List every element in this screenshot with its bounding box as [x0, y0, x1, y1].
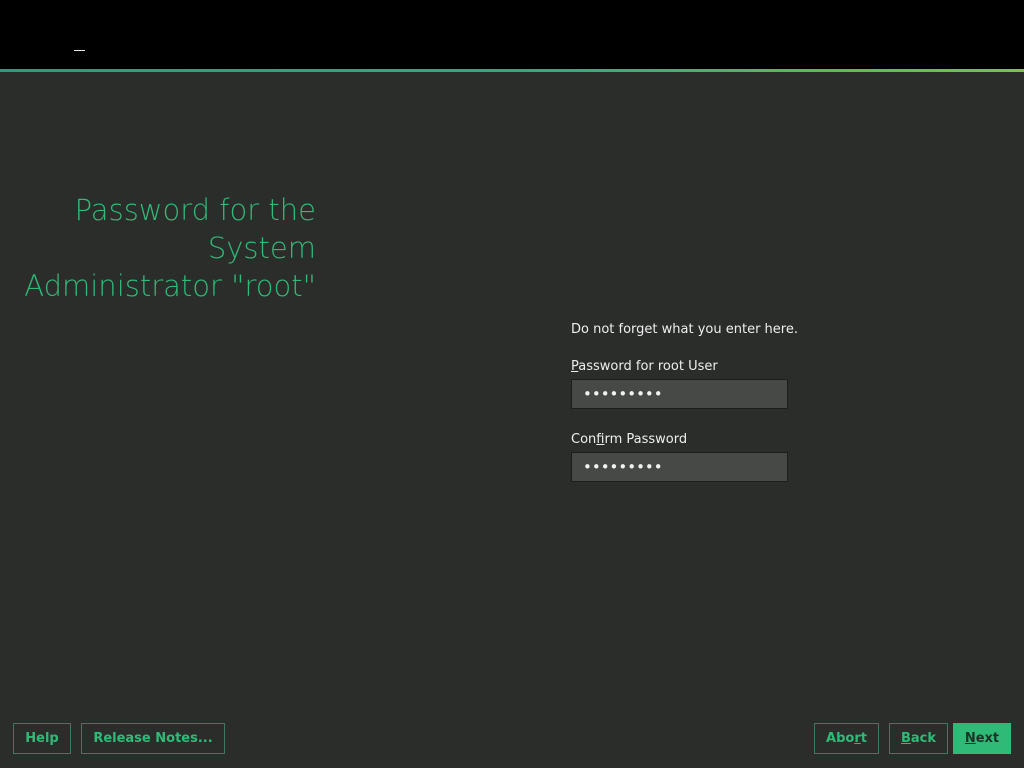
confirm-password-label: Confirm Password [571, 432, 687, 448]
password-field[interactable] [571, 379, 788, 409]
confirm-label-after: irm Password [604, 432, 688, 447]
password-label: Password for root User [571, 359, 718, 375]
back-label-mnemonic: B [900, 731, 911, 746]
abort-button[interactable]: Abo r t [814, 723, 879, 754]
banner-accent-line [0, 69, 1024, 72]
brand-logo-mark [74, 50, 85, 51]
page-title: Password for the System Administrator "r… [24, 193, 316, 303]
top-banner [0, 0, 1024, 69]
root-password-form: Do not forget what you enter here. Passw… [571, 322, 798, 482]
release-notes-button[interactable]: Release Notes... [81, 723, 225, 754]
confirm-label-before: Con [571, 432, 597, 447]
back-button[interactable]: Back [889, 723, 948, 754]
help-button-label: Help [25, 731, 59, 746]
abort-label-before: Abo [826, 731, 855, 746]
password-hint: Do not forget what you enter here. [571, 322, 798, 337]
next-label-text: ext [975, 731, 1000, 746]
next-button[interactable]: Next [953, 723, 1011, 754]
back-label-text: ack [910, 731, 937, 746]
help-button[interactable]: Help [13, 723, 71, 754]
release-notes-button-label: Release Notes... [93, 731, 213, 746]
password-label-text: assword for root User [578, 359, 718, 374]
abort-label-after: t [860, 731, 867, 746]
next-label-mnemonic: N [964, 731, 976, 746]
installer-screen: Password for the System Administrator "r… [0, 0, 1024, 768]
confirm-password-field[interactable] [571, 452, 788, 482]
